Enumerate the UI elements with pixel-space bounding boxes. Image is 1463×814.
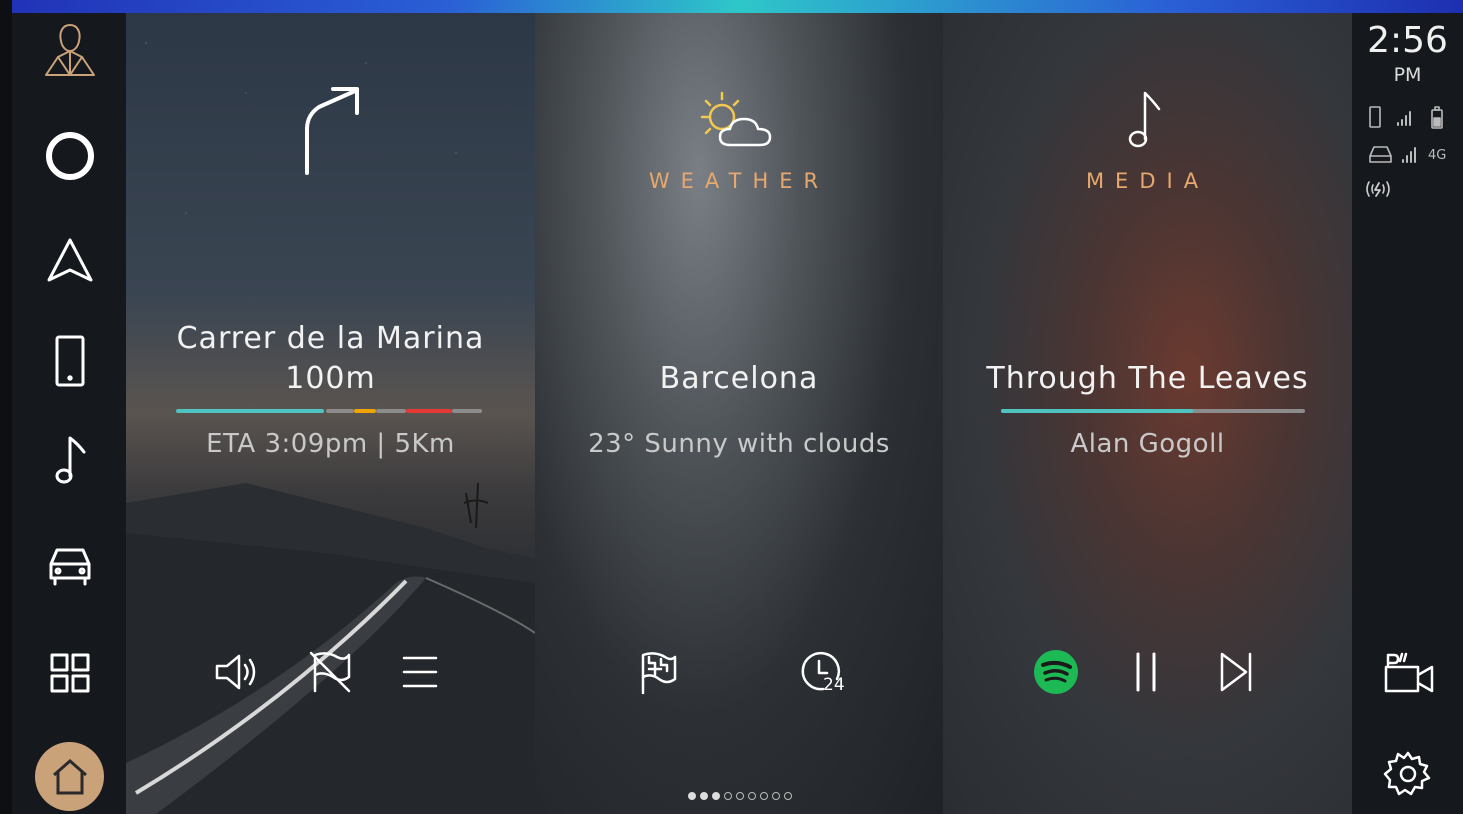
vehicle-icon[interactable] bbox=[38, 533, 102, 595]
skip-next-icon[interactable] bbox=[1211, 647, 1261, 697]
checkered-flag-icon[interactable] bbox=[629, 645, 685, 699]
home-button[interactable] bbox=[35, 742, 104, 811]
page-dot[interactable] bbox=[748, 792, 756, 800]
profile-icon[interactable] bbox=[38, 18, 102, 80]
volume-icon[interactable] bbox=[210, 645, 266, 699]
phone-icon[interactable] bbox=[38, 330, 102, 392]
page-dot[interactable] bbox=[772, 792, 780, 800]
clock-time: 2:56 bbox=[1367, 20, 1448, 61]
parking-camera-icon[interactable] bbox=[1378, 648, 1438, 698]
wireless-charging-icon bbox=[1362, 178, 1394, 200]
car-signal-icons bbox=[1366, 140, 1428, 168]
home-icon bbox=[52, 758, 87, 794]
end-route-flag-icon[interactable] bbox=[302, 645, 358, 699]
track-progress-fill bbox=[1001, 409, 1193, 413]
page-dot[interactable] bbox=[688, 792, 696, 800]
route-list-icon[interactable] bbox=[392, 645, 448, 699]
street-name: Carrer de la Marina bbox=[176, 321, 485, 356]
landscape-image bbox=[126, 482, 535, 814]
music-icon[interactable] bbox=[38, 428, 102, 490]
voice-assistant-icon[interactable] bbox=[38, 125, 102, 187]
page-dot[interactable] bbox=[784, 792, 792, 800]
weather-label: WEATHER bbox=[648, 169, 830, 193]
forecast-24-label: 24 bbox=[823, 675, 845, 695]
page-dot[interactable] bbox=[760, 792, 768, 800]
navigation-panel[interactable]: Carrer de la Marina 100m ETA 3:09pm | 5K… bbox=[126, 13, 535, 814]
route-progress-gray bbox=[326, 409, 354, 413]
top-accent-bar bbox=[12, 0, 1463, 13]
turn-distance: 100m bbox=[285, 361, 376, 396]
navigation-icon[interactable] bbox=[38, 230, 102, 292]
turn-right-arrow-icon bbox=[296, 83, 366, 179]
page-dot[interactable] bbox=[724, 792, 732, 800]
route-progress-teal bbox=[176, 409, 324, 413]
pause-icon[interactable] bbox=[1121, 647, 1171, 697]
traffic-orange-segment bbox=[354, 409, 376, 413]
settings-icon[interactable] bbox=[1380, 746, 1436, 802]
route-progress-gray-2 bbox=[376, 409, 406, 413]
spotify-icon[interactable] bbox=[1031, 647, 1081, 697]
track-title: Through The Leaves bbox=[986, 361, 1309, 396]
clock-ampm: PM bbox=[1393, 64, 1422, 86]
page-indicator[interactable] bbox=[688, 792, 792, 800]
media-panel[interactable]: MEDIA Through The Leaves Alan Gogoll bbox=[943, 13, 1352, 814]
weather-panel[interactable]: WEATHER Barcelona 23° Sunny with clouds … bbox=[535, 13, 943, 814]
weather-city: Barcelona bbox=[659, 361, 819, 396]
track-artist: Alan Gogoll bbox=[1070, 429, 1225, 459]
page-dot[interactable] bbox=[712, 792, 720, 800]
apps-grid-icon[interactable] bbox=[38, 642, 102, 704]
media-label: MEDIA bbox=[1085, 169, 1210, 193]
24h-forecast-icon[interactable]: 24 bbox=[795, 645, 855, 705]
page-dot[interactable] bbox=[736, 792, 744, 800]
route-progress-gray-3 bbox=[452, 409, 482, 413]
network-type: 4G bbox=[1428, 148, 1447, 163]
music-note-icon bbox=[1115, 85, 1175, 155]
partly-sunny-icon bbox=[693, 85, 783, 155]
phone-status-icons bbox=[1366, 103, 1450, 131]
traffic-red-segment bbox=[406, 409, 452, 413]
weather-conditions: 23° Sunny with clouds bbox=[588, 429, 890, 459]
page-dot[interactable] bbox=[700, 792, 708, 800]
eta-text: ETA 3:09pm | 5Km bbox=[206, 429, 455, 459]
night-sky bbox=[126, 13, 535, 374]
